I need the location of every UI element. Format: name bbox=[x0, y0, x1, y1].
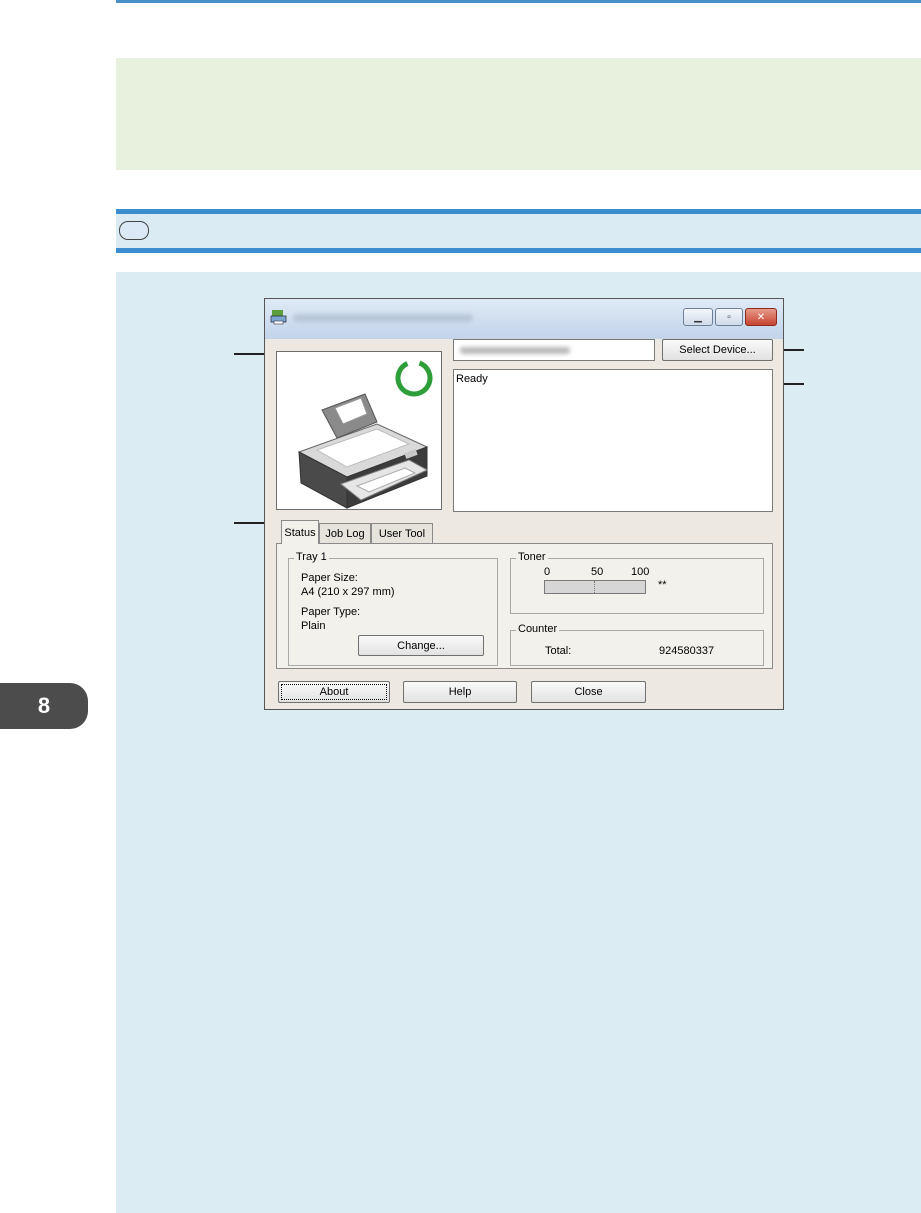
ready-status-icon bbox=[395, 359, 433, 397]
select-device-button[interactable]: Select Device... bbox=[662, 339, 773, 361]
counter-total-value: 924580337 bbox=[659, 645, 715, 657]
top-rule bbox=[116, 0, 921, 3]
help-button[interactable]: Help bbox=[403, 681, 517, 703]
counter-total-label: Total: bbox=[545, 645, 572, 657]
about-button[interactable]: About bbox=[278, 681, 390, 703]
toner-level-bar bbox=[544, 580, 646, 594]
status-tab-panel: Tray 1 Paper Size: A4 (210 x 297 mm) Pap… bbox=[276, 543, 773, 669]
printer-image-panel bbox=[276, 351, 442, 510]
toner-scale-50: 50 bbox=[591, 566, 604, 578]
toner-scale-100: 100 bbox=[631, 566, 650, 578]
device-name-redacted bbox=[460, 347, 570, 354]
maximize-icon: ▫ bbox=[727, 311, 731, 323]
counter-group-title: Counter bbox=[516, 623, 560, 635]
chapter-number: 8 bbox=[37, 693, 51, 718]
tray-group-title: Tray 1 bbox=[294, 551, 329, 563]
minimize-button[interactable]: ▁ bbox=[683, 308, 713, 326]
device-name-field[interactable] bbox=[453, 339, 655, 361]
tab-user-tool[interactable]: User Tool bbox=[371, 523, 433, 543]
section-pill-icon bbox=[119, 221, 149, 240]
toner-group-title: Toner bbox=[516, 551, 548, 563]
section-bar bbox=[116, 214, 921, 248]
chapter-tab: 8 bbox=[0, 683, 88, 729]
close-window-button[interactable]: ✕ bbox=[745, 308, 777, 326]
paper-type-value: Plain bbox=[301, 620, 326, 632]
status-monitor-window: ▁ ▫ ✕ Select Device... Ready Status Job … bbox=[264, 298, 784, 710]
maximize-button[interactable]: ▫ bbox=[715, 308, 743, 326]
tab-job-log[interactable]: Job Log bbox=[319, 523, 371, 543]
paper-size-value: A4 (210 x 297 mm) bbox=[301, 586, 395, 598]
paper-type-label: Paper Type: bbox=[301, 606, 361, 618]
toner-midpoint-tick bbox=[594, 581, 596, 593]
close-button[interactable]: Close bbox=[531, 681, 646, 703]
printer-app-icon bbox=[270, 310, 287, 325]
section-bar-bottom-border bbox=[116, 248, 921, 253]
title-bar[interactable]: ▁ ▫ ✕ bbox=[265, 299, 783, 339]
note-box bbox=[116, 58, 921, 170]
toner-scale-0: 0 bbox=[544, 566, 551, 578]
close-icon: ✕ bbox=[756, 311, 766, 323]
toner-level-text: ** bbox=[658, 579, 667, 591]
paper-size-label: Paper Size: bbox=[301, 572, 358, 584]
minimize-icon: ▁ bbox=[694, 311, 702, 323]
printer-image bbox=[297, 359, 433, 509]
window-title-redacted bbox=[293, 314, 473, 322]
change-button[interactable]: Change... bbox=[358, 635, 484, 656]
status-message-area: Ready bbox=[453, 369, 773, 512]
tab-status[interactable]: Status bbox=[281, 520, 319, 544]
status-text: Ready bbox=[456, 373, 488, 385]
